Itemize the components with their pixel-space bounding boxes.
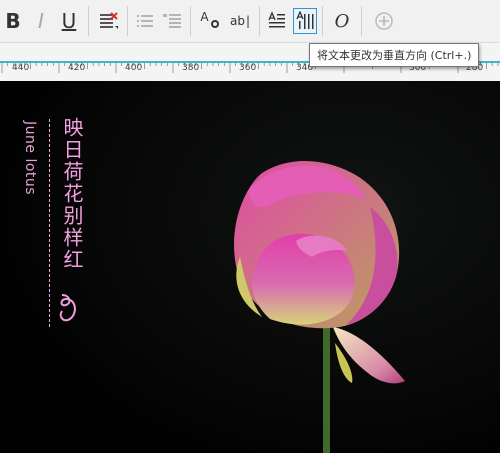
toolbar-separator bbox=[361, 6, 362, 36]
dashed-divider bbox=[49, 119, 50, 327]
italic-button[interactable]: I bbox=[31, 8, 51, 34]
text-properties-button[interactable]: A bbox=[198, 8, 222, 34]
title-chinese[interactable]: 映日荷花别样红 bbox=[58, 117, 87, 271]
toolbar-separator bbox=[88, 6, 89, 36]
vertical-text-tooltip: 将文本更改为垂直方向 (Ctrl+.) bbox=[309, 43, 480, 67]
ruler-label: 380 bbox=[182, 63, 200, 73]
numbered-list-icon bbox=[163, 14, 181, 28]
font-button[interactable]: O bbox=[330, 8, 354, 34]
underline-button[interactable]: U bbox=[59, 8, 79, 34]
ruler-label: 360 bbox=[239, 63, 257, 73]
replace-text-label: ab bbox=[229, 14, 245, 28]
horizontal-text-button[interactable] bbox=[266, 8, 288, 34]
text-properties-label: A bbox=[200, 10, 209, 24]
bullet-list-button[interactable] bbox=[134, 8, 156, 34]
bullet-list-icon bbox=[137, 15, 153, 27]
numbered-list-button[interactable] bbox=[161, 8, 183, 34]
toolbar-separator bbox=[259, 6, 260, 36]
toolbar-separator bbox=[322, 6, 323, 36]
clear-format-button[interactable] bbox=[97, 8, 121, 34]
gear-icon bbox=[210, 20, 219, 28]
plus-circle-icon bbox=[375, 12, 393, 30]
slide-canvas[interactable]: June lotus 映日荷花别样红 bbox=[0, 81, 500, 453]
subtitle-english[interactable]: June lotus bbox=[22, 121, 38, 195]
replace-text-button[interactable]: ab | bbox=[228, 8, 252, 34]
clear-format-icon bbox=[100, 12, 118, 29]
bold-button[interactable]: B bbox=[3, 8, 23, 34]
horizontal-text-icon bbox=[268, 11, 285, 28]
vertical-text-button[interactable] bbox=[293, 8, 317, 34]
ruler-label: 400 bbox=[125, 63, 143, 73]
toolbar-separator bbox=[190, 6, 191, 36]
ruler-label: 440 bbox=[12, 63, 30, 73]
swirl-ornament-icon bbox=[59, 294, 76, 322]
vertical-text-icon bbox=[296, 11, 314, 29]
formatting-toolbar: B I U A ab | O bbox=[0, 0, 500, 43]
cursor-icon: | bbox=[245, 14, 251, 28]
ruler-label: 420 bbox=[68, 63, 86, 73]
add-button[interactable] bbox=[372, 8, 396, 34]
toolbar-separator bbox=[127, 6, 128, 36]
